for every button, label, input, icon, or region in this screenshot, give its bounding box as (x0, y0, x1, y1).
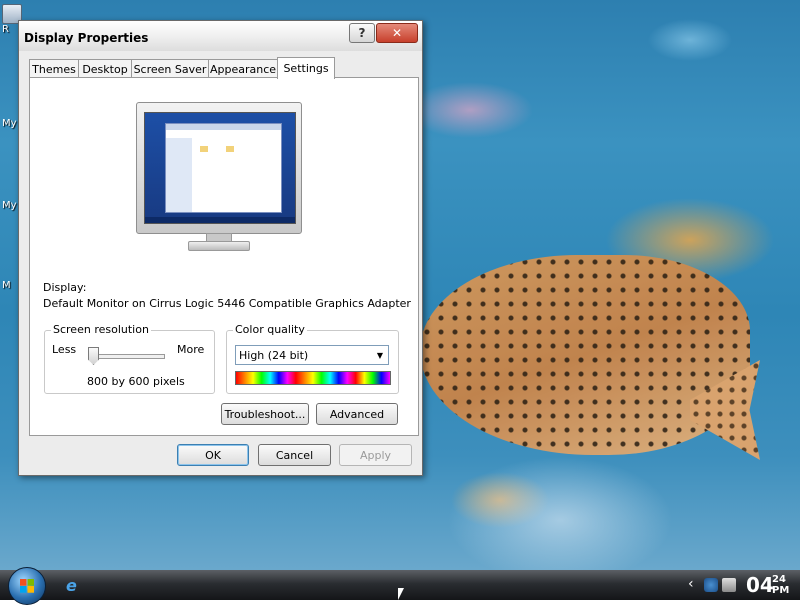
desktop-icon-label: M (2, 280, 11, 291)
display-tray-icon[interactable] (722, 578, 736, 592)
preview-sidebar (166, 138, 192, 212)
tab-screen-saver[interactable]: Screen Saver (131, 59, 209, 78)
advanced-button[interactable]: Advanced (316, 403, 398, 425)
dialog-title: Display Properties (24, 31, 149, 45)
network-icon[interactable] (704, 578, 718, 592)
color-quality-group: Color quality High (24 bit) ▼ (226, 323, 399, 394)
screen-resolution-title: Screen resolution (51, 323, 151, 336)
start-button[interactable] (8, 567, 46, 605)
folder-icon (226, 146, 234, 152)
close-icon: ✕ (391, 26, 403, 40)
display-properties-dialog: Display Properties ? ✕ Themes Desktop Sc… (18, 20, 423, 476)
color-spectrum-bar (235, 371, 391, 385)
monitor-stand-base (188, 241, 250, 251)
clock-hour[interactable]: 04 (746, 573, 774, 597)
tab-desktop[interactable]: Desktop (78, 59, 132, 78)
preview-toolbar (166, 124, 281, 130)
desktop-icon-label: My (2, 118, 17, 129)
chevron-down-icon[interactable]: ▼ (372, 346, 388, 364)
clock-ampm[interactable]: PM (772, 585, 789, 596)
resolution-slider-track[interactable] (93, 354, 165, 359)
preview-window (165, 123, 282, 213)
desktop-icon-label: My (2, 200, 17, 211)
preview-taskbar (145, 217, 295, 223)
color-quality-select[interactable]: High (24 bit) ▼ (235, 345, 389, 365)
close-button[interactable]: ✕ (376, 23, 418, 43)
ok-button[interactable]: OK (177, 444, 249, 466)
tab-appearance[interactable]: Appearance (208, 59, 278, 78)
help-button[interactable]: ? (349, 23, 375, 43)
settings-panel: Display: Default Monitor on Cirrus Logic… (29, 77, 419, 436)
screen-resolution-group: Screen resolution Less More 800 by 600 p… (44, 323, 215, 394)
troubleshoot-button[interactable]: Troubleshoot... (221, 403, 309, 425)
monitor-preview (136, 102, 302, 234)
resolution-slider-thumb[interactable] (88, 347, 99, 365)
tab-settings[interactable]: Settings (277, 57, 335, 79)
less-label: Less (52, 343, 77, 356)
display-device: Default Monitor on Cirrus Logic 5446 Com… (43, 297, 411, 310)
tab-themes[interactable]: Themes (29, 59, 79, 78)
internet-explorer-icon[interactable]: e (66, 576, 86, 596)
tray-expand-chevron-icon[interactable]: ‹ (688, 576, 694, 592)
title-bar[interactable]: Display Properties ? ✕ (19, 21, 422, 51)
display-label: Display: (43, 281, 87, 294)
apply-button: Apply (339, 444, 412, 466)
resolution-value: 800 by 600 pixels (87, 375, 185, 388)
monitor-screen (144, 112, 296, 224)
desktop-icon-label: R (2, 24, 9, 35)
mouse-cursor-icon (398, 588, 404, 600)
windows-logo-icon (20, 579, 34, 593)
folder-icon (200, 146, 208, 152)
clock-minute[interactable]: 24 (772, 574, 786, 585)
color-quality-value: High (24 bit) (239, 349, 309, 362)
color-quality-title: Color quality (233, 323, 307, 336)
cancel-button[interactable]: Cancel (258, 444, 331, 466)
more-label: More (177, 343, 205, 356)
